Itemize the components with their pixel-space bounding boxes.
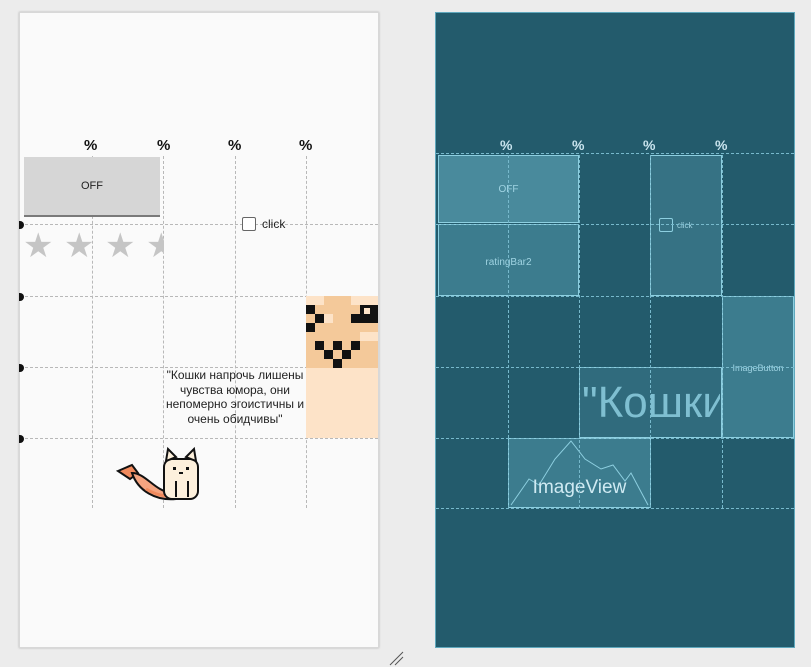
guideline-percent-marker[interactable]: % [643, 137, 655, 153]
blueprint-image-button-label: ImageButton [732, 363, 784, 373]
blueprint-quote-preview: "Кошки [582, 378, 720, 427]
guideline-percent-marker[interactable]: % [572, 137, 584, 153]
checkbox[interactable] [242, 217, 256, 231]
checkbox-icon [659, 218, 673, 232]
design-preview-panel[interactable]: % % % % OFF click ★ ★ ★ ★ "Кошки напрочь… [19, 12, 379, 648]
horizontal-guideline [436, 224, 794, 225]
horizontal-guideline [436, 438, 794, 439]
toggle-button[interactable]: OFF [24, 157, 160, 217]
guideline-anchor-handle[interactable] [19, 293, 24, 301]
star-icon[interactable]: ★ [23, 229, 53, 263]
blueprint-panel[interactable]: % % % % OFF ratingBar2 click ImageButton… [435, 12, 795, 648]
guideline-percent-marker[interactable]: % [157, 137, 170, 154]
pixel-face-icon [306, 296, 378, 368]
guideline-percent-marker[interactable]: % [84, 137, 97, 154]
vertical-guideline [650, 155, 651, 508]
quote-text[interactable]: "Кошки напрочь лишены чувства юмора, они… [164, 368, 306, 426]
star-icon[interactable]: ★ [146, 229, 164, 263]
guideline-percent-marker[interactable]: % [228, 137, 241, 154]
checkbox-label[interactable]: click [262, 217, 285, 231]
horizontal-guideline [20, 224, 378, 225]
horizontal-guideline [436, 296, 794, 297]
resize-handle-icon[interactable] [388, 650, 404, 666]
blueprint-checkbox[interactable]: click [650, 155, 722, 296]
guideline-percent-marker[interactable]: % [299, 137, 312, 154]
vertical-guideline [235, 156, 236, 508]
star-icon[interactable]: ★ [64, 229, 94, 263]
horizontal-guideline [20, 438, 378, 439]
horizontal-guideline [436, 367, 794, 368]
vertical-guideline [722, 155, 723, 508]
guideline-anchor-handle[interactable] [19, 221, 24, 229]
guideline-percent-marker[interactable]: % [500, 137, 512, 153]
horizontal-guideline [436, 508, 794, 509]
horizontal-guideline [436, 153, 794, 154]
mermaid-cat-icon[interactable] [116, 443, 206, 503]
vertical-guideline [508, 155, 509, 508]
guideline-percent-marker[interactable]: % [715, 137, 727, 153]
vertical-guideline [579, 155, 580, 508]
guideline-anchor-handle[interactable] [19, 364, 24, 372]
blueprint-checkbox-label: click [677, 221, 693, 230]
star-icon[interactable]: ★ [105, 229, 135, 263]
rating-bar[interactable]: ★ ★ ★ ★ [23, 229, 164, 269]
guideline-anchor-handle[interactable] [19, 435, 24, 443]
image-button[interactable] [306, 296, 378, 438]
